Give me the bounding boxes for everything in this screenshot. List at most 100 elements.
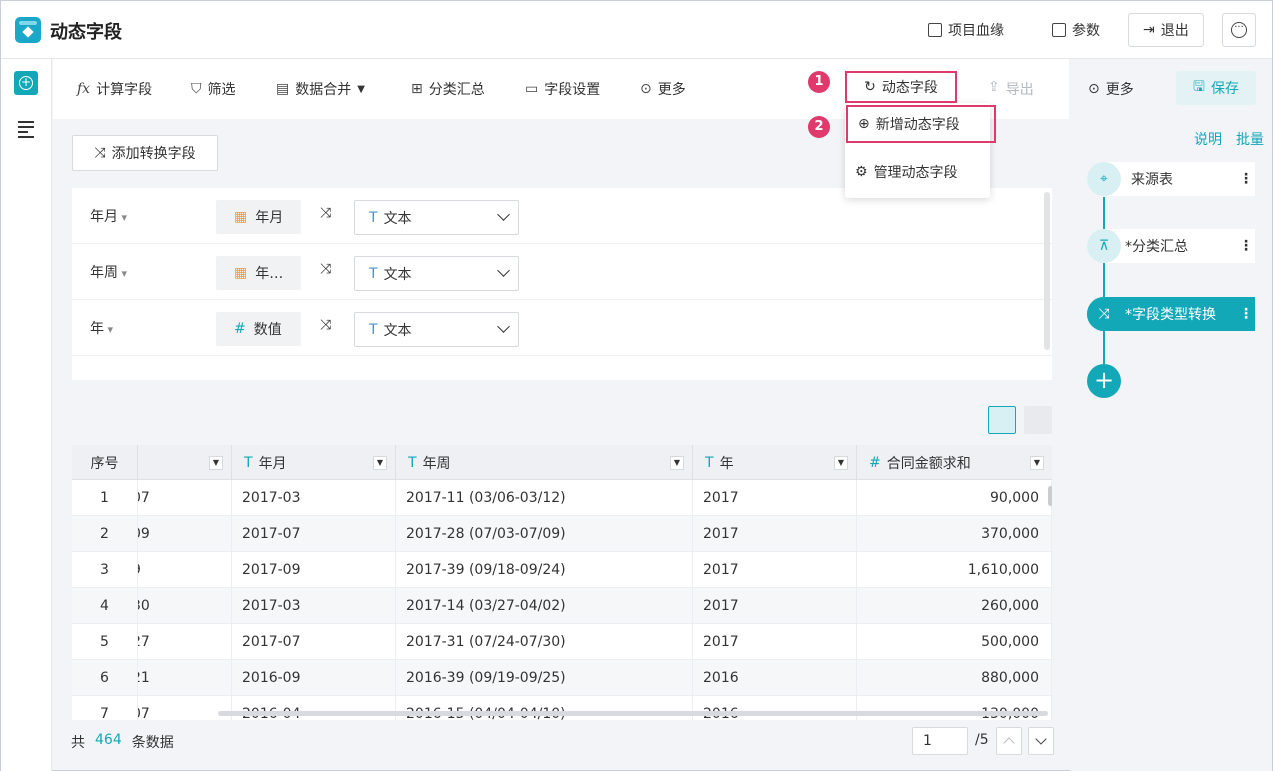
filter-button[interactable]: ⛉ 筛选 (191, 79, 236, 99)
source-type-chip: ▦ 年月 (216, 200, 301, 234)
column-header-label: 合同金额求和 (886, 455, 971, 472)
chevron-down-icon (497, 320, 510, 333)
more-button-right[interactable]: ⊙ 更多 (1088, 79, 1134, 99)
filter-label: 筛选 (207, 82, 236, 98)
table-cell: 2017-39 (09/18-09/24) (396, 552, 693, 588)
table-cell: 5 (72, 624, 138, 660)
text-type-icon: T (705, 454, 714, 471)
rail-add-button[interactable]: + (14, 71, 38, 95)
calendar-icon: ▦ (234, 265, 248, 281)
save-label: 保存 (1210, 81, 1239, 97)
flow-node-summary[interactable]: ⊼ *分类汇总 ⋮ (1087, 229, 1255, 263)
table-cell: 1,610,000 (857, 552, 1052, 588)
column-header-label: 年周 (422, 455, 451, 472)
flow-node-source[interactable]: ⌖ 来源表 ⋮ (1087, 162, 1255, 196)
fx-icon: fx (77, 81, 91, 97)
table-cell: 9 (138, 552, 232, 588)
table-cell: 2017 (693, 588, 857, 624)
lineage-button[interactable]: 项目血缘 (928, 13, 1004, 47)
target-type-select[interactable]: T 文本 (354, 200, 519, 235)
next-page-button[interactable] (1028, 727, 1054, 755)
add-node-button[interactable]: + (1087, 364, 1121, 398)
number-icon: # (234, 321, 246, 337)
source-type-label: 数值 (253, 322, 282, 338)
caret-down-icon[interactable]: ▼ (834, 456, 848, 470)
prev-page-button[interactable] (996, 727, 1022, 755)
field-settings-icon: ▭ (525, 81, 539, 97)
caret-down-icon[interactable]: ▼ (670, 456, 684, 470)
table-vscrollbar[interactable] (1048, 486, 1052, 506)
text-type-icon: T (369, 321, 378, 338)
add-convert-field-button[interactable]: ⤨ 添加转换字段 (72, 135, 218, 171)
column-header-hidden[interactable]: ▼ (138, 445, 232, 480)
field-settings-button[interactable]: ▭ 字段设置 (525, 79, 600, 99)
manage-dynamic-field-item[interactable]: ⚙ 管理动态字段 (845, 153, 990, 191)
table-cell: 2017-09 (232, 552, 396, 588)
flow-node-label: *字段类型转换 (1125, 307, 1216, 323)
calendar-icon: ▦ (234, 209, 248, 225)
convert-list-scrollbar[interactable] (1044, 192, 1050, 350)
page-input[interactable]: 1 (912, 727, 968, 755)
table-cell: 2016 (693, 696, 857, 720)
field-name-select[interactable]: 年月 (90, 206, 127, 226)
dynamic-field-button[interactable]: ↻ 动态字段 (845, 71, 957, 103)
caret-down-icon[interactable]: ▼ (373, 456, 387, 470)
group-summary-button[interactable]: ⊞ 分类汇总 (411, 79, 485, 99)
convert-row-partial (72, 356, 1052, 380)
calc-field-button[interactable]: fx 计算字段 (77, 79, 152, 99)
table-cell: 30 (138, 588, 232, 624)
column-header[interactable]: # 合同金额求和 ▼ (857, 445, 1052, 480)
table-row[interactable]: 6212016-092016-39 (09/19-09/25)2016880,0… (72, 660, 1052, 696)
table-cell: 130,000 (857, 696, 1052, 720)
table-cell: 370,000 (857, 516, 1052, 552)
field-name-select[interactable]: 年 (90, 318, 113, 338)
flow-node-type-convert[interactable]: ⤨ *字段类型转换 ⋮ (1087, 297, 1255, 331)
target-type-label: 文本 (383, 210, 412, 227)
add-dynamic-field-item[interactable]: ⊕ 新增动态字段 (846, 105, 996, 143)
flow-node-label: 来源表 (1131, 172, 1173, 188)
table-row[interactable]: 392017-092017-39 (09/18-09/24)20171,610,… (72, 552, 1052, 588)
table-hscrollbar[interactable] (218, 711, 1048, 716)
target-type-select[interactable]: T 文本 (354, 256, 519, 291)
column-header[interactable]: T 年周 ▼ (396, 445, 693, 480)
params-icon (1052, 23, 1066, 37)
help-link[interactable]: 说明 (1194, 129, 1222, 149)
top-bar: 动态字段 项目血缘 参数 ⇥ 退出 ··· (1, 1, 1272, 59)
kebab-icon[interactable]: ⋮ (1237, 306, 1255, 322)
flow-connector (1103, 197, 1105, 231)
toolbar-more-button[interactable]: ⊙ 更多 (640, 79, 686, 99)
table-cell: 2017 (693, 624, 857, 660)
hierarchy-icon: ⊞ (411, 81, 423, 97)
caret-down-icon[interactable]: ▼ (1030, 456, 1044, 470)
table-cell: 2017-11 (03/06-03/12) (396, 480, 693, 516)
kebab-icon[interactable]: ⋮ (1237, 171, 1255, 187)
batch-link[interactable]: 批量 (1236, 129, 1264, 149)
source-type-chip: # 数值 (216, 312, 301, 346)
params-button[interactable]: 参数 (1052, 13, 1100, 47)
convert-field-list: 年月 ▦ 年月 ⤨ T 文本 年周 ▦ 年… ⤨ T 文本 年 # 数值 ⤨ T 文本 (72, 188, 1052, 380)
table-row[interactable]: 2092017-072017-28 (07/03-07/09)2017370,0… (72, 516, 1052, 552)
more-label-right: 更多 (1105, 82, 1134, 98)
kebab-icon[interactable]: ⋮ (1237, 238, 1255, 254)
header-more-button[interactable]: ··· (1222, 13, 1256, 47)
table-row[interactable]: 4302017-032017-14 (03/27-04/02)2017260,0… (72, 588, 1052, 624)
app-logo-icon (15, 17, 41, 43)
list-view-icon[interactable] (988, 406, 1016, 434)
table-row[interactable]: 7072016-042016-15 (04/04-04/10)2016130,0… (72, 696, 1052, 720)
caret-down-icon[interactable]: ▼ (209, 456, 223, 470)
source-type-chip: ▦ 年… (216, 256, 301, 290)
merge-button[interactable]: ▤ 数据合并 ▼ (276, 79, 365, 99)
column-header[interactable]: T 年 ▼ (693, 445, 857, 480)
table-row[interactable]: 1072017-032017-11 (03/06-03/12)201790,00… (72, 480, 1052, 516)
target-type-label: 文本 (383, 322, 412, 339)
field-name-select[interactable]: 年周 (90, 262, 127, 282)
flow-panel: 说明 批量 ⌖ 来源表 ⋮ ⊼ *分类汇总 ⋮ ⤨ *字段类型转换 ⋮ + (1070, 119, 1272, 771)
target-type-select[interactable]: T 文本 (354, 312, 519, 347)
column-header[interactable]: T 年月 ▼ (232, 445, 396, 480)
export-button[interactable]: ⇪ 导出 (988, 79, 1034, 99)
grid-view-icon[interactable] (1024, 406, 1052, 434)
table-row[interactable]: 5272017-072017-31 (07/24-07/30)2017500,0… (72, 624, 1052, 660)
save-button[interactable]: 🖫 保存 (1176, 71, 1256, 105)
exit-button[interactable]: ⇥ 退出 (1128, 13, 1204, 47)
list-icon[interactable] (18, 121, 34, 141)
